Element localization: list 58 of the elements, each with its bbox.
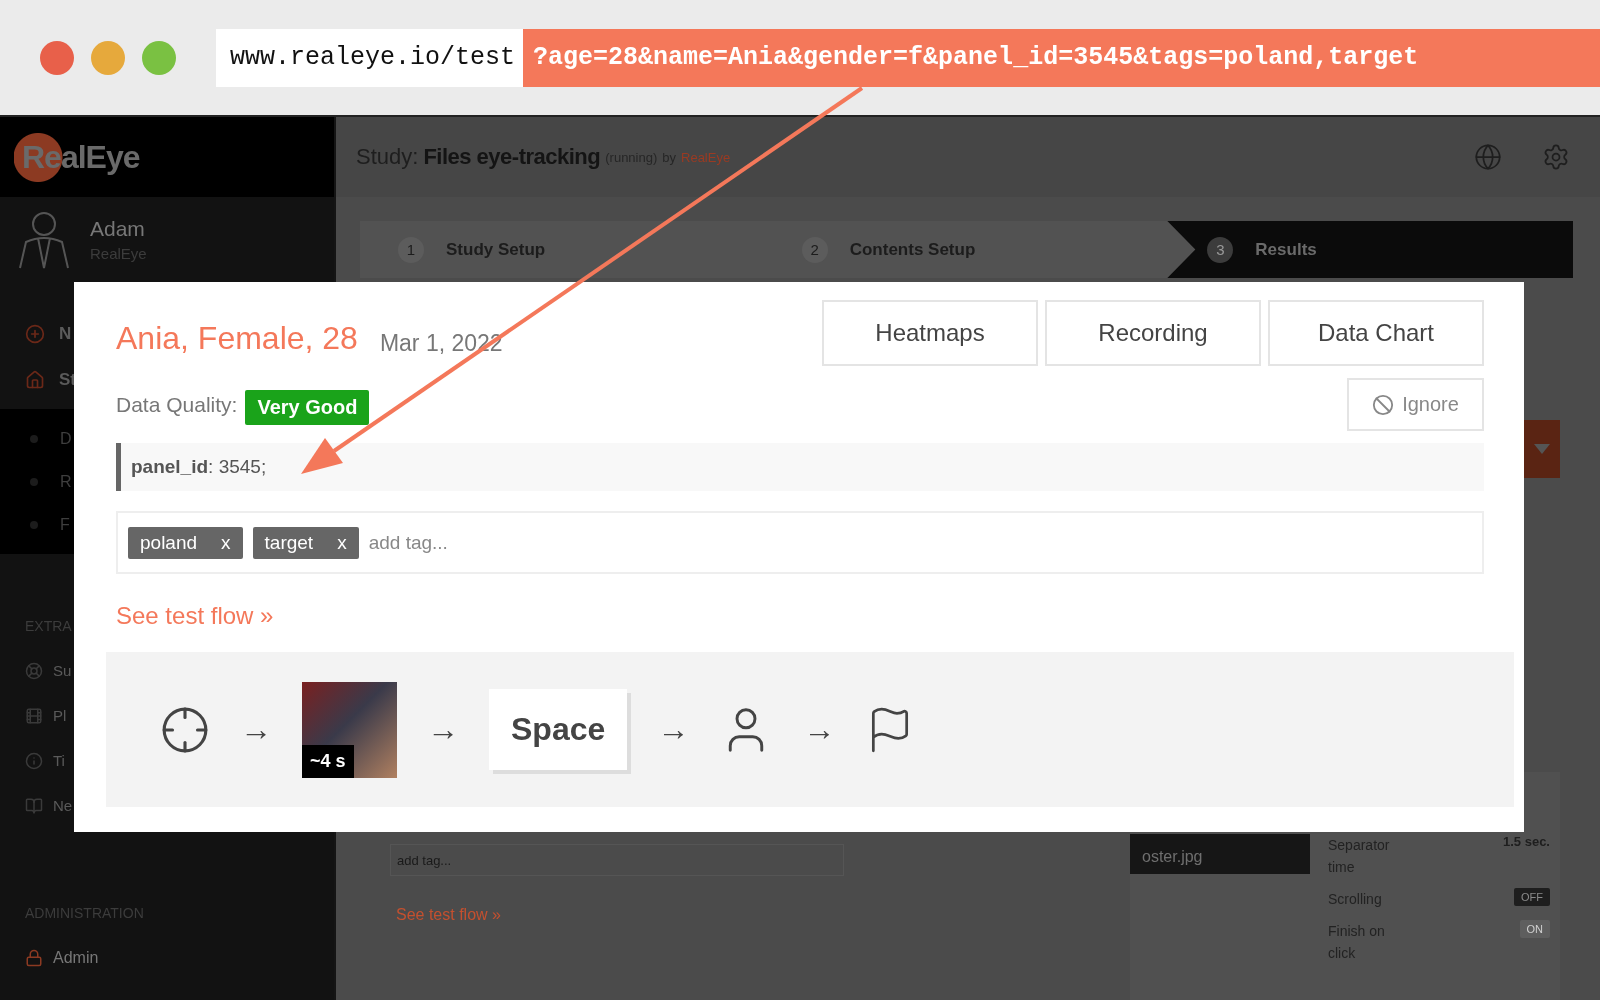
bullet-icon — [30, 477, 38, 486]
minimize-dot-icon[interactable] — [91, 40, 125, 75]
caret-icon — [1534, 444, 1550, 454]
remove-tag-button[interactable]: x — [337, 531, 347, 554]
remove-tag-button[interactable]: x — [221, 531, 231, 554]
tag-chip: target x — [252, 526, 359, 559]
nav-label[interactable]: Ne — [53, 797, 73, 814]
maximize-dot-icon[interactable] — [142, 40, 176, 75]
subnav-label[interactable]: R — [60, 472, 72, 491]
info-icon[interactable] — [25, 751, 43, 770]
participant-title: Ania, Female, 28 — [116, 320, 358, 357]
quality-label: Data Quality: — [116, 392, 238, 417]
arrow-glyph: → — [803, 711, 836, 748]
globe-icon[interactable] — [1474, 143, 1502, 171]
ignore-button[interactable]: Ignore — [1347, 378, 1484, 431]
toggle-switch[interactable]: ON — [1519, 920, 1550, 938]
ban-icon — [1372, 393, 1395, 416]
nav-label[interactable]: Ti — [53, 752, 65, 769]
lock-icon[interactable] — [25, 948, 43, 967]
settings-icon[interactable] — [1542, 143, 1570, 171]
test-flow-link[interactable]: See test flow » — [396, 906, 501, 924]
home-icon[interactable] — [25, 370, 45, 390]
arrow-glyph: → — [240, 711, 272, 748]
nav-label[interactable]: Pl — [53, 707, 67, 724]
film-icon[interactable] — [25, 706, 43, 725]
step-number: 1 — [398, 236, 424, 263]
duration-label: ~4 s — [302, 744, 354, 778]
subnav-label[interactable]: D — [60, 429, 72, 448]
nav-label[interactable]: N — [59, 324, 72, 344]
view-button[interactable]: Data Chart — [1268, 300, 1484, 366]
tag-placeholder: add tag... — [368, 531, 448, 554]
quality-badge: Very Good — [245, 390, 370, 425]
view-button[interactable]: Recording — [1045, 300, 1261, 366]
bullet-icon — [30, 434, 38, 443]
step-tab[interactable]: 3 Results — [1167, 221, 1573, 278]
arrow-glyph: → — [657, 711, 690, 748]
bullet-icon — [30, 520, 38, 529]
tag-input-field[interactable]: poland x target x add tag... — [116, 511, 1484, 574]
view-button[interactable]: Heatmaps — [822, 300, 1038, 366]
subnav-label[interactable]: F — [60, 515, 70, 534]
file-name: oster.jpg — [1142, 848, 1203, 866]
url-query-highlight: ?age=28&name=Ania&gender=f&panel_id=3545&tags=poland,target — [523, 28, 1600, 87]
step-number: 3 — [1207, 236, 1234, 263]
tag-chip: poland x — [128, 526, 243, 559]
nav-label[interactable]: Admin — [53, 948, 99, 967]
arrow-glyph: → — [427, 711, 459, 748]
url-text[interactable]: www.realeye.io/test — [216, 28, 524, 87]
lifebuoy-icon[interactable] — [25, 661, 43, 680]
test-flow-link[interactable]: See test flow » — [116, 602, 274, 630]
step-label: Results — [1255, 239, 1317, 260]
user-name: Adam — [90, 216, 146, 241]
step-number: 2 — [801, 236, 828, 263]
toggle-switch[interactable]: OFF — [1514, 888, 1550, 906]
plus-circle-icon[interactable] — [25, 324, 45, 344]
nav-label[interactable]: Su — [53, 662, 72, 679]
book-icon[interactable] — [25, 796, 43, 815]
close-dot-icon[interactable] — [40, 40, 74, 75]
parameters-text: panel_id: 3545; — [131, 456, 267, 478]
